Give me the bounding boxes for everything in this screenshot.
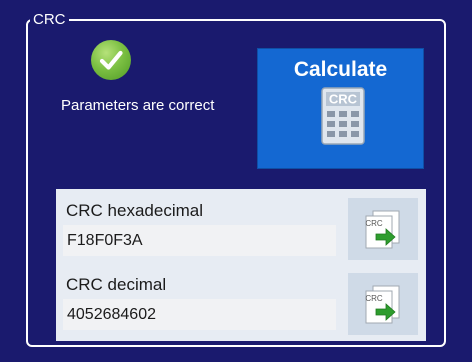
crc-dec-value[interactable]: 4052684602 <box>63 299 336 330</box>
checkmark-icon <box>91 40 131 80</box>
copy-to-clipboard-icon: CRC <box>365 210 400 249</box>
calculate-button-label: Calculate <box>293 58 388 81</box>
crc-dec-label: CRC decimal <box>66 275 167 294</box>
copy-dec-button[interactable]: CRC <box>348 273 418 335</box>
copy-to-clipboard-icon: CRC <box>365 285 400 324</box>
results-panel: CRC hexadecimal F18F0F3A CRC CRC decimal… <box>56 189 426 341</box>
copy-hex-button[interactable]: CRC <box>348 198 418 260</box>
crc-group-title: CRC <box>33 11 66 28</box>
calculator-icon: CRC <box>321 87 365 145</box>
crc-hex-value[interactable]: F18F0F3A <box>63 225 336 256</box>
calculator-icon-text: CRC <box>329 92 358 107</box>
status-message: Parameters are correct <box>61 97 215 114</box>
calculate-button[interactable]: Calculate CRC <box>257 48 424 169</box>
copy-icon-text: CRC <box>365 219 383 228</box>
crc-panel: CRC Parameters are correct Calculate CRC… <box>0 0 472 362</box>
copy-icon-text: CRC <box>365 294 383 303</box>
crc-hex-label: CRC hexadecimal <box>66 201 203 220</box>
